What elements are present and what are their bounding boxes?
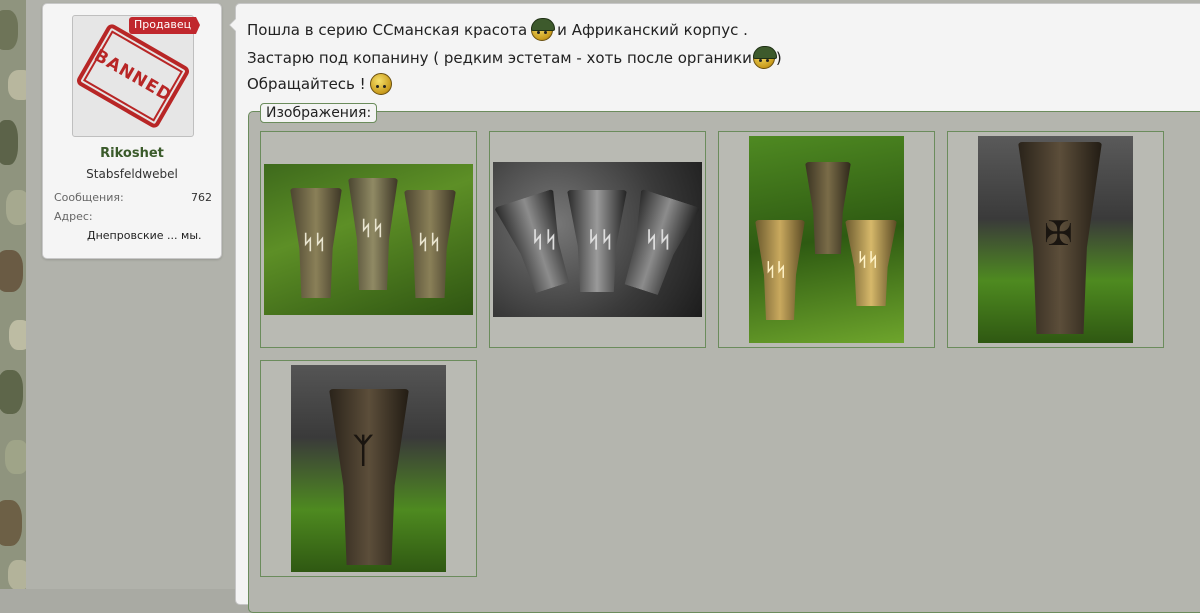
user-card: BANNED Продавец Rikoshet Stabsfeldwebel …: [42, 3, 222, 259]
username-link[interactable]: Rikoshet: [43, 146, 221, 161]
messages-label: Сообщения:: [54, 191, 124, 204]
attachment-thumbnail-3[interactable]: ᛋᛋ ᛋᛋ: [718, 131, 935, 348]
attachment-image-4: ✠: [978, 136, 1133, 343]
post-text-2: Застарю под копанину ( редким эстетам - …: [247, 49, 752, 67]
attachment-thumbnail-1[interactable]: ᛋᛋ ᛋᛋ ᛋᛋ: [260, 131, 477, 348]
post-line-3: Обращайтесь !: [247, 73, 396, 95]
address-value: Днепровские ... мы.: [87, 229, 202, 242]
post-line-2: Застарю под копанину ( редким эстетам - …: [247, 46, 782, 69]
attachments-legend: Изображения:: [260, 103, 378, 123]
attachment-thumbnail-5[interactable]: ᛉ: [260, 360, 477, 577]
post-body: Пошла в серию ССманская красота и Африка…: [229, 3, 1200, 613]
banned-stamp-icon: BANNED: [74, 22, 192, 130]
camouflage-background: [0, 0, 26, 589]
attachment-image-3: ᛋᛋ ᛋᛋ: [749, 136, 904, 343]
attachment-image-2: ᛋᛋ ᛋᛋ ᛋᛋ: [493, 162, 702, 317]
seller-badge: Продавец: [129, 17, 201, 34]
post-line-1: Пошла в серию ССманская красота и Африка…: [247, 18, 748, 41]
post-text-2-end: ): [775, 49, 782, 67]
user-rank: Stabsfeldwebel: [86, 167, 178, 181]
attachment-thumbnail-4[interactable]: ✠: [947, 131, 1164, 348]
attachment-thumbnail-2[interactable]: ᛋᛋ ᛋᛋ ᛋᛋ: [489, 131, 706, 348]
attachment-image-1: ᛋᛋ ᛋᛋ ᛋᛋ: [264, 164, 473, 315]
smiley-icon: [369, 73, 392, 95]
post-text-3: Обращайтесь !: [247, 75, 366, 93]
attachment-image-5: ᛉ: [291, 365, 446, 572]
banned-stamp-text: BANNED: [90, 45, 176, 107]
soldier-helmet-smiley-icon: [752, 46, 777, 69]
post-text-1b: и Африканский корпус .: [557, 21, 748, 39]
address-label: Адрес:: [54, 210, 93, 223]
messages-count: 762: [191, 191, 212, 204]
post-text-1a: Пошла в серию ССманская красота: [247, 21, 528, 39]
soldier-helmet-smiley-icon: [531, 18, 556, 41]
